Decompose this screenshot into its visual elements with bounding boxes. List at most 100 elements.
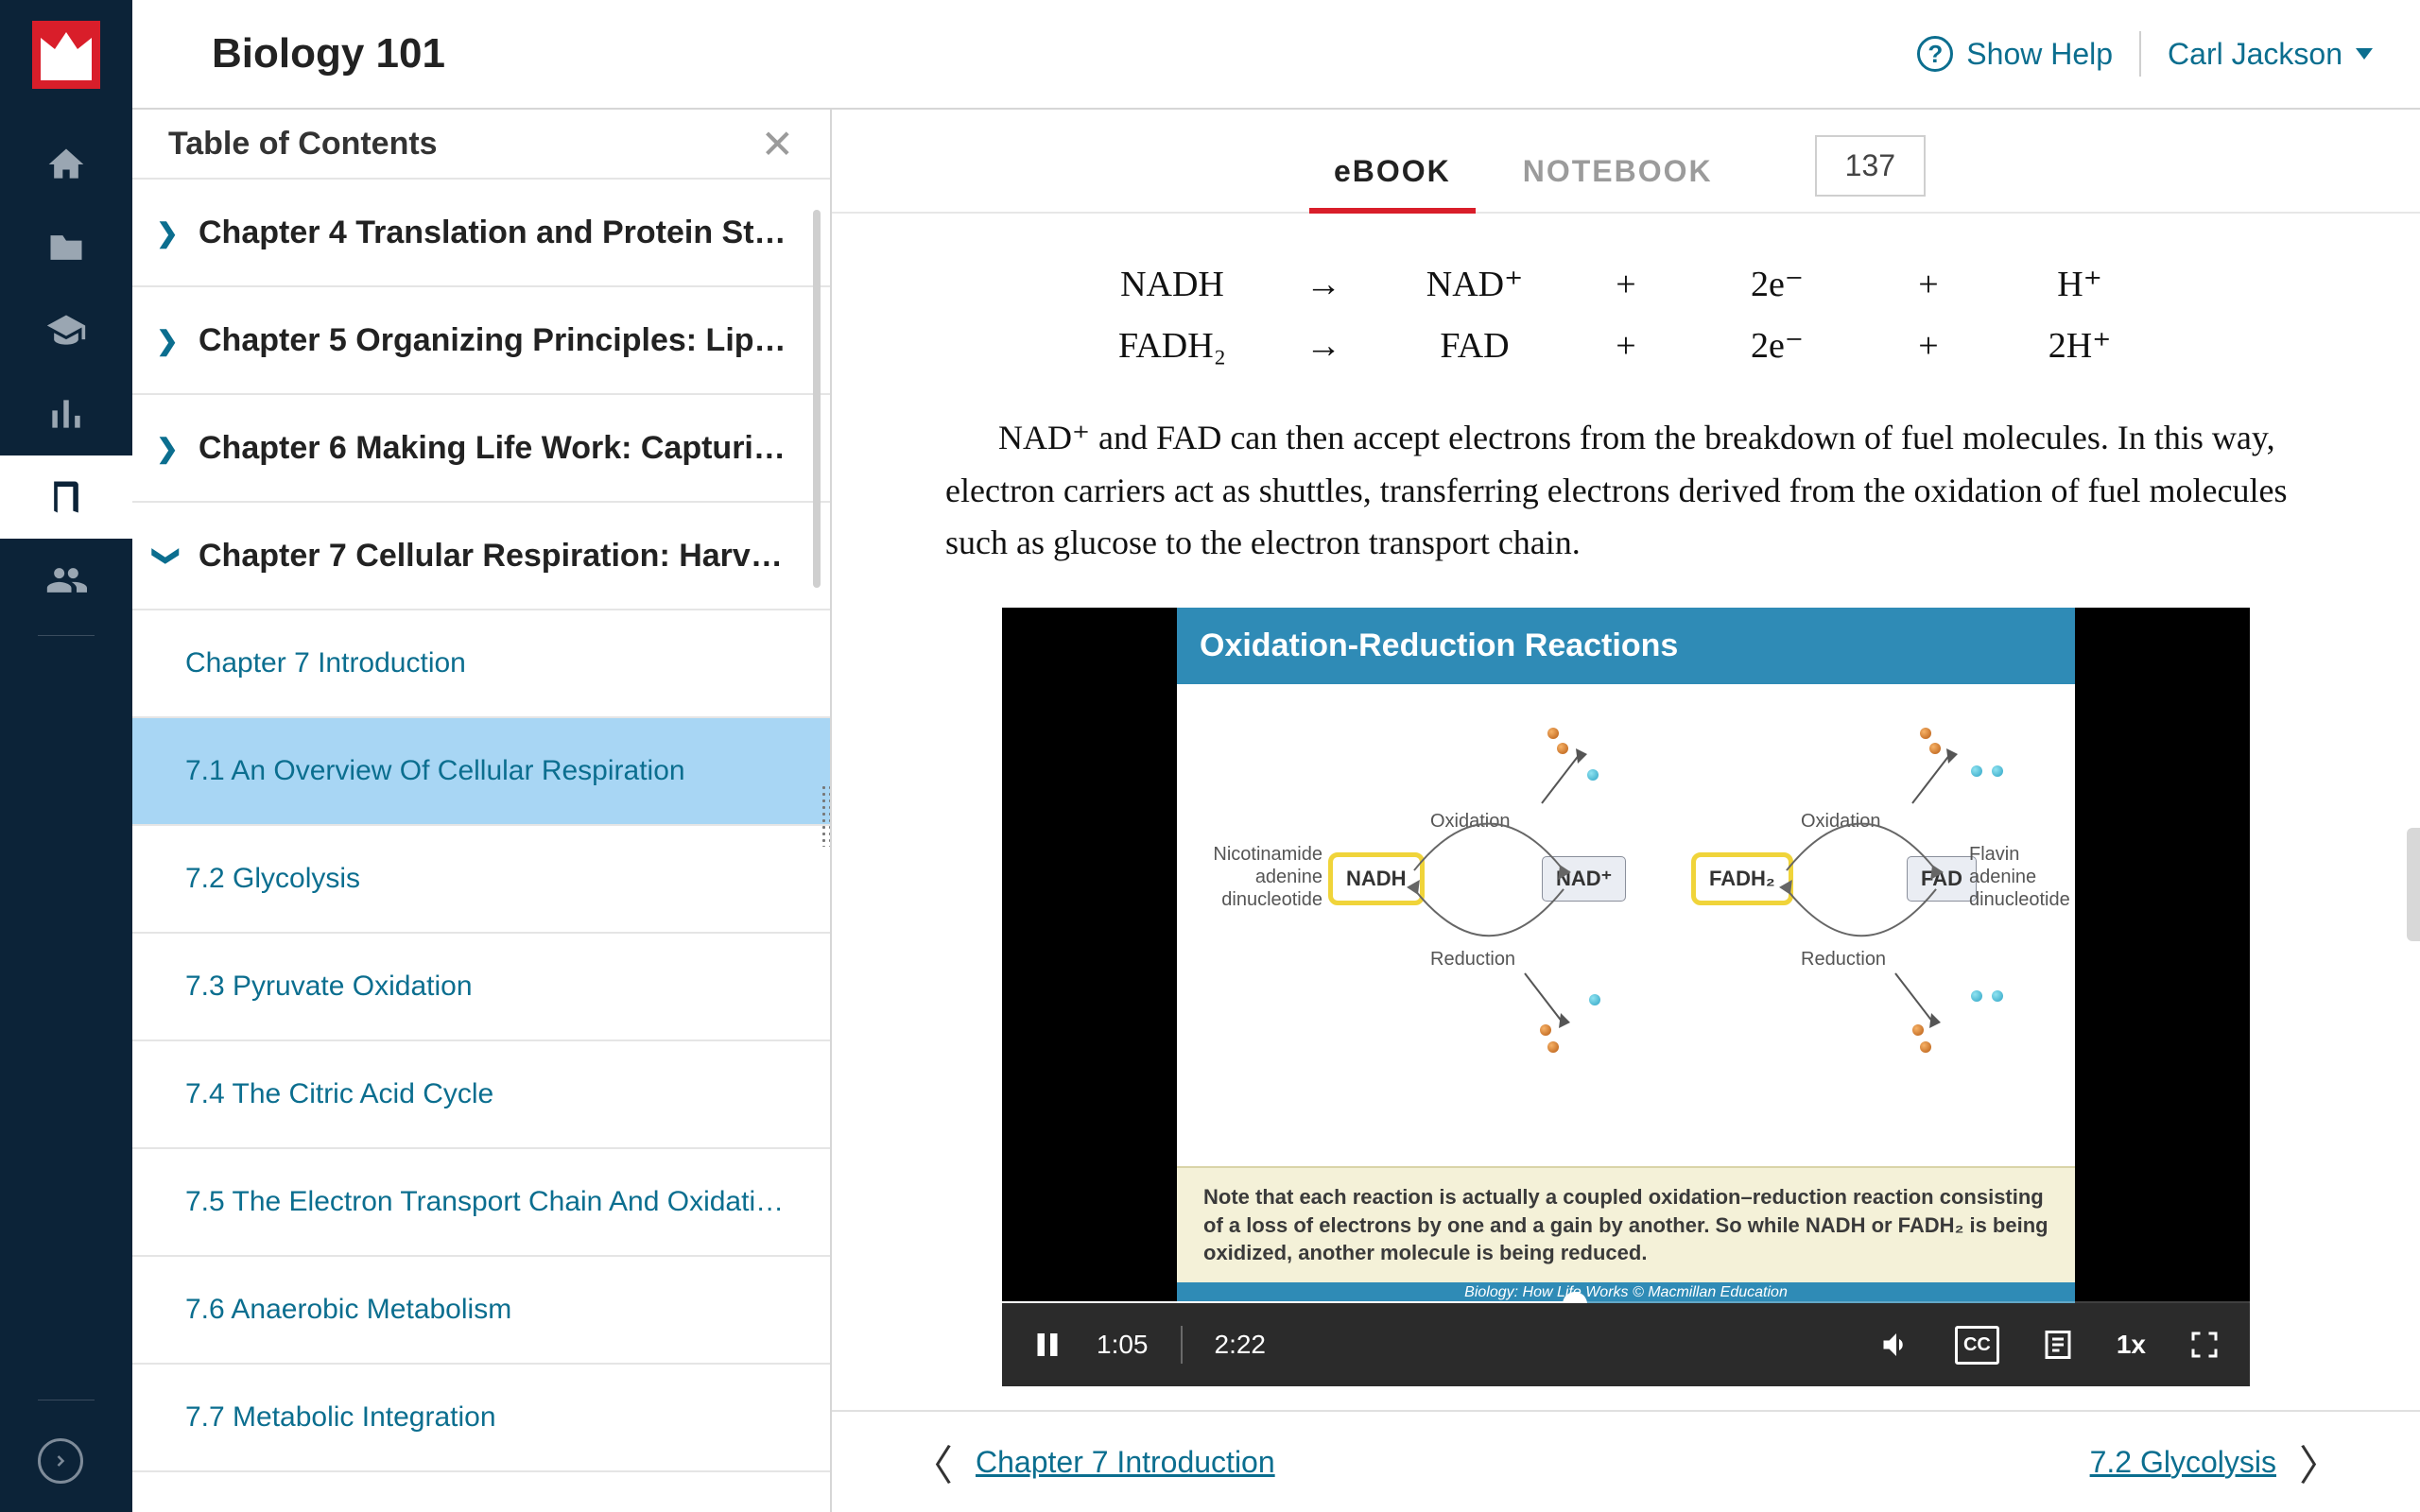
toc-section[interactable]: Chapter 7 Introduction — [132, 610, 830, 718]
toc-chapter-label: Chapter 7 Cellular Respiration: Harvesti… — [199, 538, 794, 575]
book-icon[interactable] — [0, 455, 132, 539]
molecule-label: Nicotinamide adenine dinucleotide — [1181, 843, 1322, 911]
toc-chapter[interactable]: ❯ Chapter 5 Organizing Principles: Lipid… — [132, 287, 830, 395]
show-help-button[interactable]: ? Show Help — [1917, 36, 2113, 72]
paragraph-text: NAD⁺ and FAD can then accept electrons f… — [945, 419, 2287, 562]
analytics-icon[interactable] — [0, 372, 132, 455]
home-icon[interactable] — [0, 123, 132, 206]
video-diagram: Nicotinamide adenine dinucleotide NADH N… — [1177, 684, 2075, 1194]
transcript-button[interactable] — [2041, 1328, 2075, 1362]
video-caption: Note that each reaction is actually a co… — [1177, 1166, 2075, 1282]
eq-term: + — [1872, 318, 1985, 374]
close-toc-button[interactable]: ✕ — [761, 121, 794, 167]
caret-down-icon — [2356, 48, 2373, 60]
graduation-cap-icon[interactable] — [0, 289, 132, 372]
page-number-input[interactable]: 137 — [1815, 135, 1926, 197]
toc-section[interactable]: 7.1 An Overview Of Cellular Respiration — [132, 718, 830, 826]
next-page-link[interactable]: 7.2 Glycolysis — [2090, 1445, 2276, 1480]
content-tabs: eBOOK NOTEBOOK 137 — [832, 110, 2420, 214]
eq-term: FAD — [1418, 318, 1531, 374]
next-page-button[interactable]: 〉 — [2276, 1432, 2363, 1492]
toc-title: Table of Contents — [168, 126, 438, 163]
pause-button[interactable] — [1030, 1328, 1064, 1362]
time-total: 2:22 — [1215, 1324, 1267, 1365]
speed-button[interactable]: 1x — [2117, 1324, 2146, 1365]
left-rail — [0, 0, 132, 1512]
toc-chapter[interactable]: ❯ Chapter 4 Translation and Protein Stru… — [132, 180, 830, 287]
eq-term: → — [1267, 318, 1380, 374]
toc-chapter[interactable]: ❯ Chapter 6 Making Life Work: Capturing … — [132, 395, 830, 503]
rail-bottom — [38, 1386, 95, 1484]
fullscreen-button[interactable] — [2187, 1328, 2221, 1362]
toc-section-label: 7.3 Pyruvate Oxidation — [185, 971, 473, 1003]
toc-section[interactable]: 7.3 Pyruvate Oxidation — [132, 934, 830, 1041]
toc-section[interactable]: 7.4 The Citric Acid Cycle — [132, 1041, 830, 1149]
tab-ebook[interactable]: eBOOK — [1326, 131, 1459, 212]
eq-term: 2e⁻ — [1720, 257, 1834, 313]
chevron-right-icon: ❯ — [155, 433, 180, 464]
chevron-right-icon: ❯ — [155, 217, 180, 249]
expand-rail-icon[interactable] — [38, 1438, 83, 1484]
volume-button[interactable] — [1879, 1328, 1913, 1362]
toc-section-label: 7.7 Metabolic Integration — [185, 1401, 496, 1434]
user-menu[interactable]: Carl Jackson — [2168, 37, 2373, 72]
eq-term: NADH — [1115, 257, 1229, 313]
folder-icon[interactable] — [0, 206, 132, 289]
header-separator — [2139, 31, 2141, 77]
toc-header: Table of Contents ✕ — [132, 110, 830, 180]
cc-button[interactable]: CC — [1955, 1326, 1999, 1365]
toc-chapter-label: Chapter 4 Translation and Protein Struct… — [199, 215, 794, 251]
help-icon: ? — [1917, 36, 1953, 72]
toc-chapter-label: Chapter 5 Organizing Principles: Lipids,… — [199, 322, 794, 359]
main-content: eBOOK NOTEBOOK 137 NADH → NAD⁺ + 2e⁻ + H… — [832, 110, 2420, 1512]
body-paragraph: NAD⁺ and FAD can then accept electrons f… — [945, 412, 2307, 570]
toc-section-label: 7.2 Glycolysis — [185, 863, 360, 895]
chevron-right-icon: ❯ — [155, 325, 180, 356]
toc-section-label: Chapter 7 Introduction — [185, 647, 466, 679]
toc-chapter-label: Chapter 6 Making Life Work: Capturing an… — [199, 430, 794, 467]
eq-term: 2H⁺ — [2023, 318, 2136, 374]
molecule-label: Flavin adenine dinucleotide — [1969, 843, 2073, 911]
users-icon[interactable] — [0, 539, 132, 622]
panel-drag-handle[interactable] — [821, 784, 830, 847]
chevron-down-icon: ❯ — [152, 543, 183, 568]
toc-chapter[interactable]: ❯ Chapter 7 Cellular Respiration: Harves… — [132, 503, 830, 610]
prev-page-link[interactable]: Chapter 7 Introduction — [976, 1445, 1275, 1480]
prev-page-button[interactable]: 〈 — [889, 1432, 976, 1492]
ebook-content: NADH → NAD⁺ + 2e⁻ + H⁺ FADH₂ → FAD + 2e⁻… — [832, 214, 2420, 1386]
right-drawer-handle[interactable] — [2407, 828, 2420, 941]
eq-term: + — [1872, 257, 1985, 313]
eq-term: FADH₂ — [1115, 318, 1229, 374]
toc-list: ❯ Chapter 4 Translation and Protein Stru… — [132, 180, 830, 1512]
page-navigation: 〈 Chapter 7 Introduction 7.2 Glycolysis … — [832, 1410, 2420, 1512]
eq-term: + — [1569, 318, 1683, 374]
course-title: Biology 101 — [212, 30, 445, 77]
video-credit: Biology: How Life Works © Macmillan Educ… — [1177, 1282, 2075, 1303]
user-name: Carl Jackson — [2168, 37, 2342, 72]
eq-term: + — [1569, 257, 1683, 313]
toc-section-label: 7.5 The Electron Transport Chain And Oxi… — [185, 1186, 790, 1218]
toc-section[interactable]: 7.5 The Electron Transport Chain And Oxi… — [132, 1149, 830, 1257]
table-of-contents-panel: Table of Contents ✕ ❯ Chapter 4 Translat… — [132, 110, 832, 1512]
toc-scrollbar[interactable] — [813, 210, 821, 588]
equations: NADH → NAD⁺ + 2e⁻ + H⁺ FADH₂ → FAD + 2e⁻… — [945, 257, 2307, 374]
video-player: Oxidation-Reduction Reactions Nicotinami… — [1002, 608, 2250, 1386]
toc-section[interactable]: 7.6 Anaerobic Metabolism — [132, 1257, 830, 1365]
toc-section-label: 7.4 The Citric Acid Cycle — [185, 1078, 493, 1110]
time-current: 1:05 — [1097, 1324, 1149, 1365]
header: Biology 101 ? Show Help Carl Jackson — [132, 0, 2420, 110]
eq-term: 2e⁻ — [1720, 318, 1834, 374]
eq-term: NAD⁺ — [1418, 257, 1531, 313]
brand-logo[interactable] — [32, 21, 100, 89]
eq-term: H⁺ — [2023, 257, 2136, 313]
video-controls: 1:05 2:22 CC 1x — [1002, 1303, 2250, 1386]
toc-section[interactable]: 7.7 Metabolic Integration — [132, 1365, 830, 1472]
toc-section[interactable]: 7.2 Glycolysis — [132, 826, 830, 934]
toc-section-label: 7.6 Anaerobic Metabolism — [185, 1294, 511, 1326]
toc-section-label: 7.1 An Overview Of Cellular Respiration — [185, 755, 685, 787]
eq-term: → — [1267, 257, 1380, 313]
time-separator — [1181, 1326, 1183, 1364]
tab-notebook[interactable]: NOTEBOOK — [1515, 131, 1720, 212]
show-help-label: Show Help — [1966, 37, 2113, 72]
video-title: Oxidation-Reduction Reactions — [1177, 608, 2075, 684]
